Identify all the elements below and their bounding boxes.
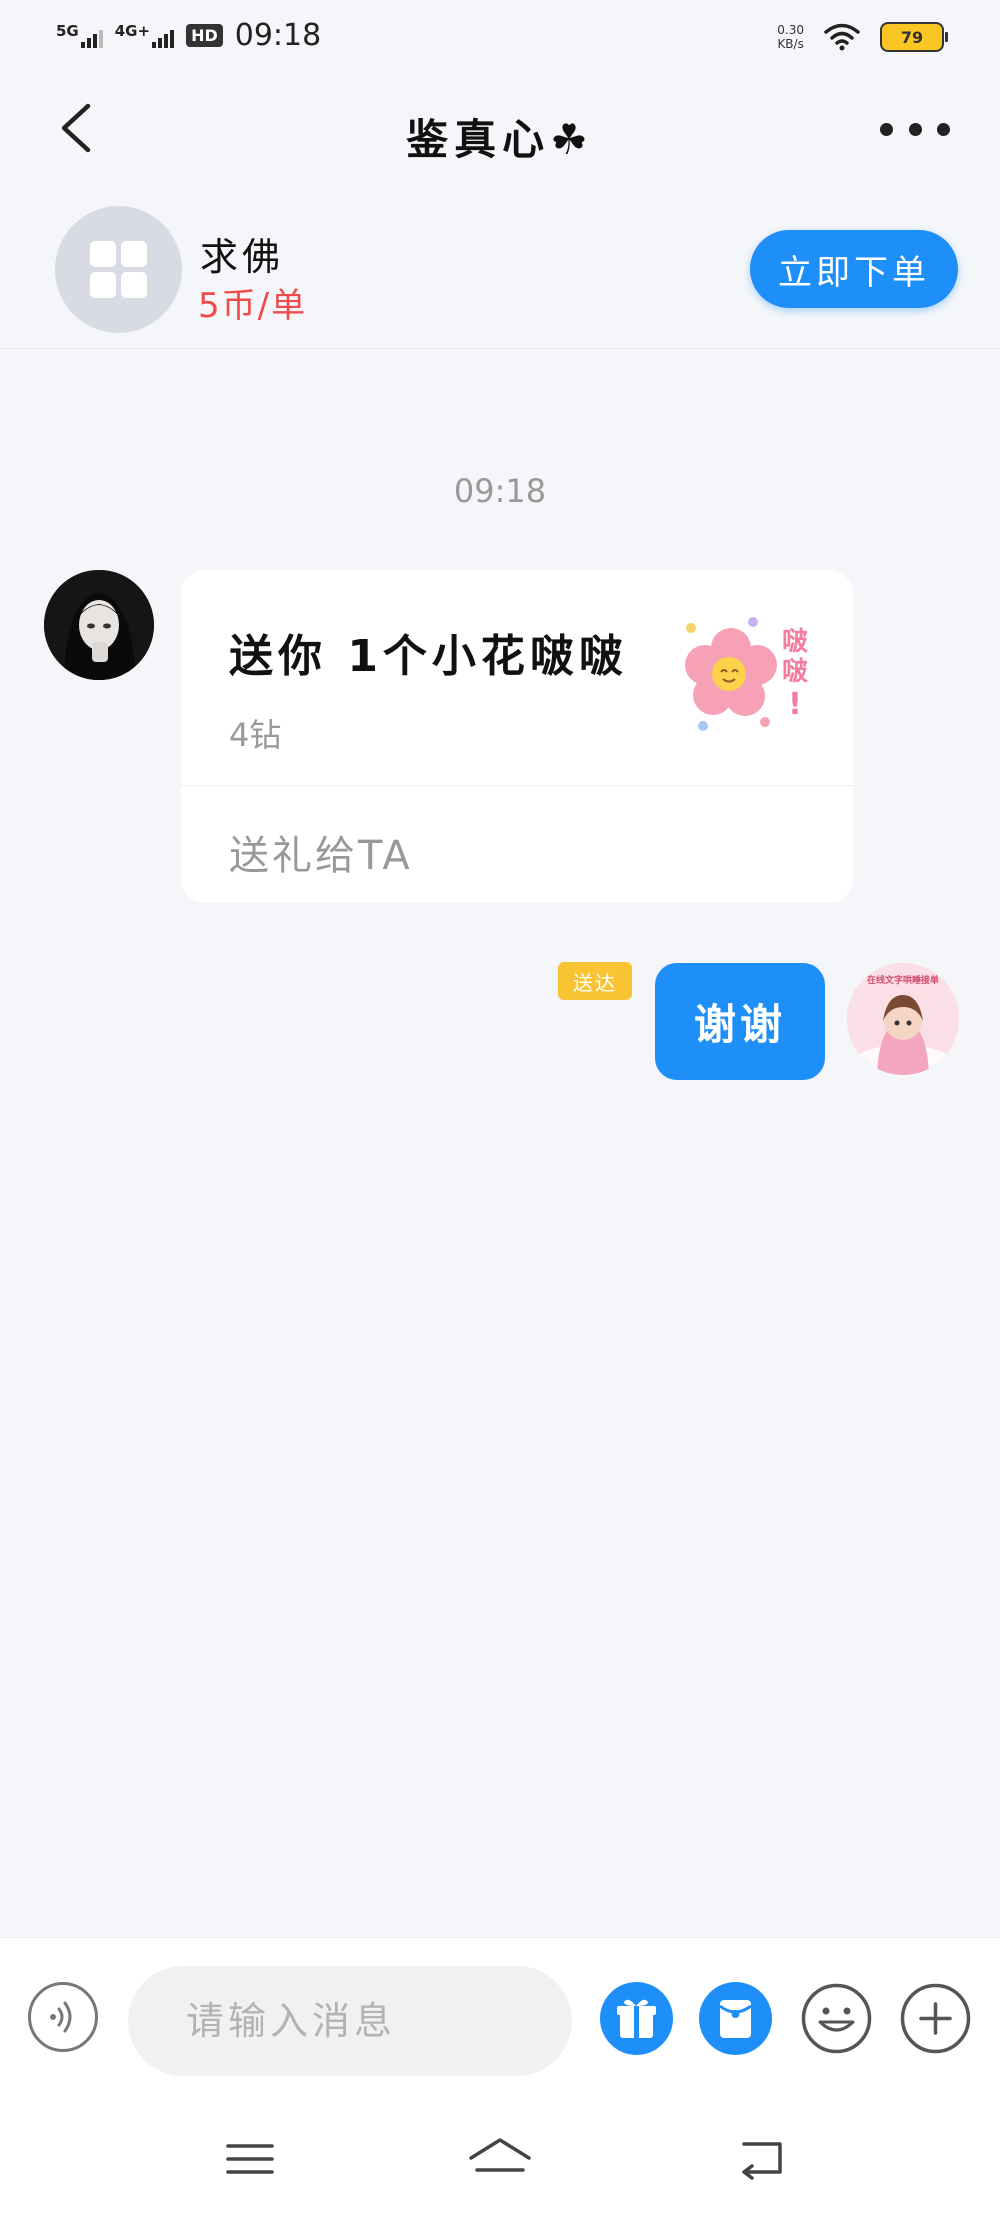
more-horizontal-icon: [880, 122, 893, 136]
chat-header: 鉴真心☘: [0, 70, 1000, 185]
voice-icon: [50, 2001, 72, 2033]
delivered-badge: 送达: [558, 962, 632, 1000]
home-icon: [469, 2138, 531, 2172]
system-nav-bar: [0, 2098, 1000, 2222]
nav-back-button[interactable]: [730, 2134, 790, 2184]
input-bar: [0, 1937, 1000, 2098]
sim2-label: 4G+: [114, 21, 151, 40]
plus-icon: [900, 1983, 971, 2054]
gift-title: 送你 1个小花啵啵: [229, 631, 628, 682]
more-actions-button[interactable]: [899, 1982, 972, 2055]
status-time: 09:18: [234, 18, 322, 53]
order-now-button[interactable]: 立即下单: [750, 230, 958, 308]
my-avatar[interactable]: 在线文字哄睡接单: [847, 963, 959, 1075]
service-bar: 求佛 5币/单 立即下单: [0, 190, 1000, 349]
voice-button[interactable]: [28, 1982, 98, 2052]
nav-home-button[interactable]: [465, 2134, 535, 2184]
gift-icon: [617, 1999, 656, 2038]
svg-text:啵: 啵: [782, 627, 808, 657]
message-input[interactable]: [128, 1966, 572, 2076]
red-packet-icon: [719, 2000, 752, 2038]
hd-voice-icon: HD: [186, 24, 223, 47]
gift-button[interactable]: [600, 1982, 673, 2055]
menu-icon: [226, 2144, 274, 2174]
contact-avatar-image: [44, 570, 154, 680]
svg-text:!: !: [788, 687, 802, 722]
back-icon: [742, 2142, 782, 2180]
service-name: 求佛: [200, 235, 285, 279]
battery-level: 79: [900, 27, 924, 47]
service-avatar[interactable]: [55, 206, 182, 333]
net-speed-unit: KB/s: [777, 37, 804, 51]
signal-5g-icon: 5G: [56, 21, 103, 48]
divider: [181, 785, 853, 786]
my-avatar-image: 在线文字哄睡接单: [847, 963, 959, 1075]
gift-message-card[interactable]: 送你 1个小花啵啵 4钻 啵 啵 ! 送礼给TA: [181, 570, 853, 903]
emoji-icon: [801, 1983, 872, 2054]
gift-price: 4钻: [229, 716, 282, 754]
emoji-button[interactable]: [800, 1982, 873, 2055]
send-gift-link[interactable]: 送礼给TA: [229, 823, 413, 881]
more-button[interactable]: [880, 114, 950, 144]
wifi-icon: [824, 23, 860, 51]
signal-4g-icon: 4G+: [114, 21, 175, 48]
chat-title: 鉴真心☘: [406, 115, 594, 164]
nav-menu-button[interactable]: [220, 2134, 280, 2184]
outgoing-message[interactable]: 谢谢: [655, 963, 825, 1080]
red-packet-button[interactable]: [699, 1982, 772, 2055]
message-timestamp: 09:18: [453, 472, 547, 510]
apps-grid-icon: [90, 241, 147, 298]
flower-gift-image: 啵 啵 !: [685, 617, 808, 731]
network-speed: 0.30 KB/s: [777, 23, 804, 51]
net-speed-value: 0.30: [777, 23, 804, 37]
status-bar: 5G 4G+ HD 09:18 0.30 KB/s 79: [0, 0, 1000, 70]
svg-text:啵: 啵: [782, 657, 808, 687]
battery-icon: 79: [880, 22, 948, 52]
service-price: 5币/单: [198, 286, 308, 326]
contact-avatar[interactable]: [44, 570, 154, 680]
sim1-label: 5G: [56, 21, 79, 40]
avatar-right-text: 在线文字哄睡接单: [867, 974, 939, 986]
